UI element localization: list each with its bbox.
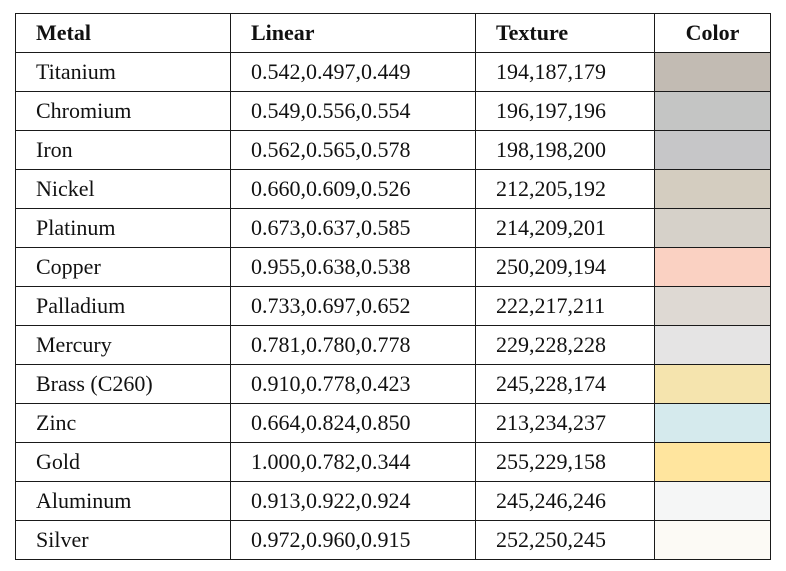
cell-linear: 0.733,0.697,0.652	[230, 286, 476, 326]
table-row: Aluminum 0.913,0.922,0.924 245,246,246	[15, 481, 771, 521]
cell-linear: 0.781,0.780,0.778	[230, 325, 476, 365]
cell-linear: 0.562,0.565,0.578	[230, 130, 476, 170]
table-row: Silver 0.972,0.960,0.915 252,250,245	[15, 520, 771, 560]
color-swatch	[654, 286, 771, 326]
color-swatch	[654, 520, 771, 560]
table-row: Palladium 0.733,0.697,0.652 222,217,211	[15, 286, 771, 326]
cell-metal: Titanium	[15, 52, 231, 92]
cell-metal: Copper	[15, 247, 231, 287]
cell-linear: 0.673,0.637,0.585	[230, 208, 476, 248]
table-row: Platinum 0.673,0.637,0.585 214,209,201	[15, 208, 771, 248]
cell-linear: 0.660,0.609,0.526	[230, 169, 476, 209]
color-swatch	[654, 442, 771, 482]
cell-texture: 213,234,237	[475, 403, 655, 443]
table-row: Iron 0.562,0.565,0.578 198,198,200	[15, 130, 771, 170]
cell-metal: Zinc	[15, 403, 231, 443]
table-row: Mercury 0.781,0.780,0.778 229,228,228	[15, 325, 771, 365]
table-row: Copper 0.955,0.638,0.538 250,209,194	[15, 247, 771, 287]
cell-metal: Iron	[15, 130, 231, 170]
cell-metal: Chromium	[15, 91, 231, 131]
color-swatch	[654, 91, 771, 131]
cell-texture: 198,198,200	[475, 130, 655, 170]
cell-linear: 1.000,0.782,0.344	[230, 442, 476, 482]
table-row: Chromium 0.549,0.556,0.554 196,197,196	[15, 91, 771, 131]
color-swatch	[654, 247, 771, 287]
cell-metal: Palladium	[15, 286, 231, 326]
table-row: Gold 1.000,0.782,0.344 255,229,158	[15, 442, 771, 482]
cell-texture: 196,197,196	[475, 91, 655, 131]
color-swatch	[654, 325, 771, 365]
header-linear: Linear	[230, 13, 476, 53]
cell-texture: 245,246,246	[475, 481, 655, 521]
cell-linear: 0.910,0.778,0.423	[230, 364, 476, 404]
cell-metal: Gold	[15, 442, 231, 482]
cell-texture: 229,228,228	[475, 325, 655, 365]
header-row: Metal Linear Texture Color	[15, 13, 771, 53]
cell-texture: 252,250,245	[475, 520, 655, 560]
table-row: Brass (C260) 0.910,0.778,0.423 245,228,174	[15, 364, 771, 404]
cell-texture: 255,229,158	[475, 442, 655, 482]
cell-metal: Brass (C260)	[15, 364, 231, 404]
cell-texture: 250,209,194	[475, 247, 655, 287]
color-swatch	[654, 169, 771, 209]
color-swatch	[654, 364, 771, 404]
header-texture: Texture	[475, 13, 655, 53]
cell-linear: 0.664,0.824,0.850	[230, 403, 476, 443]
cell-linear: 0.549,0.556,0.554	[230, 91, 476, 131]
cell-metal: Silver	[15, 520, 231, 560]
color-swatch	[654, 208, 771, 248]
cell-texture: 222,217,211	[475, 286, 655, 326]
cell-texture: 212,205,192	[475, 169, 655, 209]
cell-texture: 194,187,179	[475, 52, 655, 92]
table-body: Titanium 0.542,0.497,0.449 194,187,179 Chro…	[15, 52, 771, 560]
cell-metal: Aluminum	[15, 481, 231, 521]
header-metal: Metal	[15, 13, 231, 53]
metals-color-table: Metal Linear Texture Color Titanium 0.542…	[15, 13, 771, 560]
cell-texture: 245,228,174	[475, 364, 655, 404]
cell-linear: 0.913,0.922,0.924	[230, 481, 476, 521]
cell-metal: Mercury	[15, 325, 231, 365]
table-row: Zinc 0.664,0.824,0.850 213,234,237	[15, 403, 771, 443]
cell-metal: Platinum	[15, 208, 231, 248]
cell-metal: Nickel	[15, 169, 231, 209]
cell-linear: 0.972,0.960,0.915	[230, 520, 476, 560]
color-swatch	[654, 130, 771, 170]
header-color: Color	[654, 13, 771, 53]
cell-linear: 0.955,0.638,0.538	[230, 247, 476, 287]
cell-linear: 0.542,0.497,0.449	[230, 52, 476, 92]
color-swatch	[654, 481, 771, 521]
color-swatch	[654, 52, 771, 92]
table-row: Titanium 0.542,0.497,0.449 194,187,179	[15, 52, 771, 92]
color-swatch	[654, 403, 771, 443]
table-row: Nickel 0.660,0.609,0.526 212,205,192	[15, 169, 771, 209]
cell-texture: 214,209,201	[475, 208, 655, 248]
